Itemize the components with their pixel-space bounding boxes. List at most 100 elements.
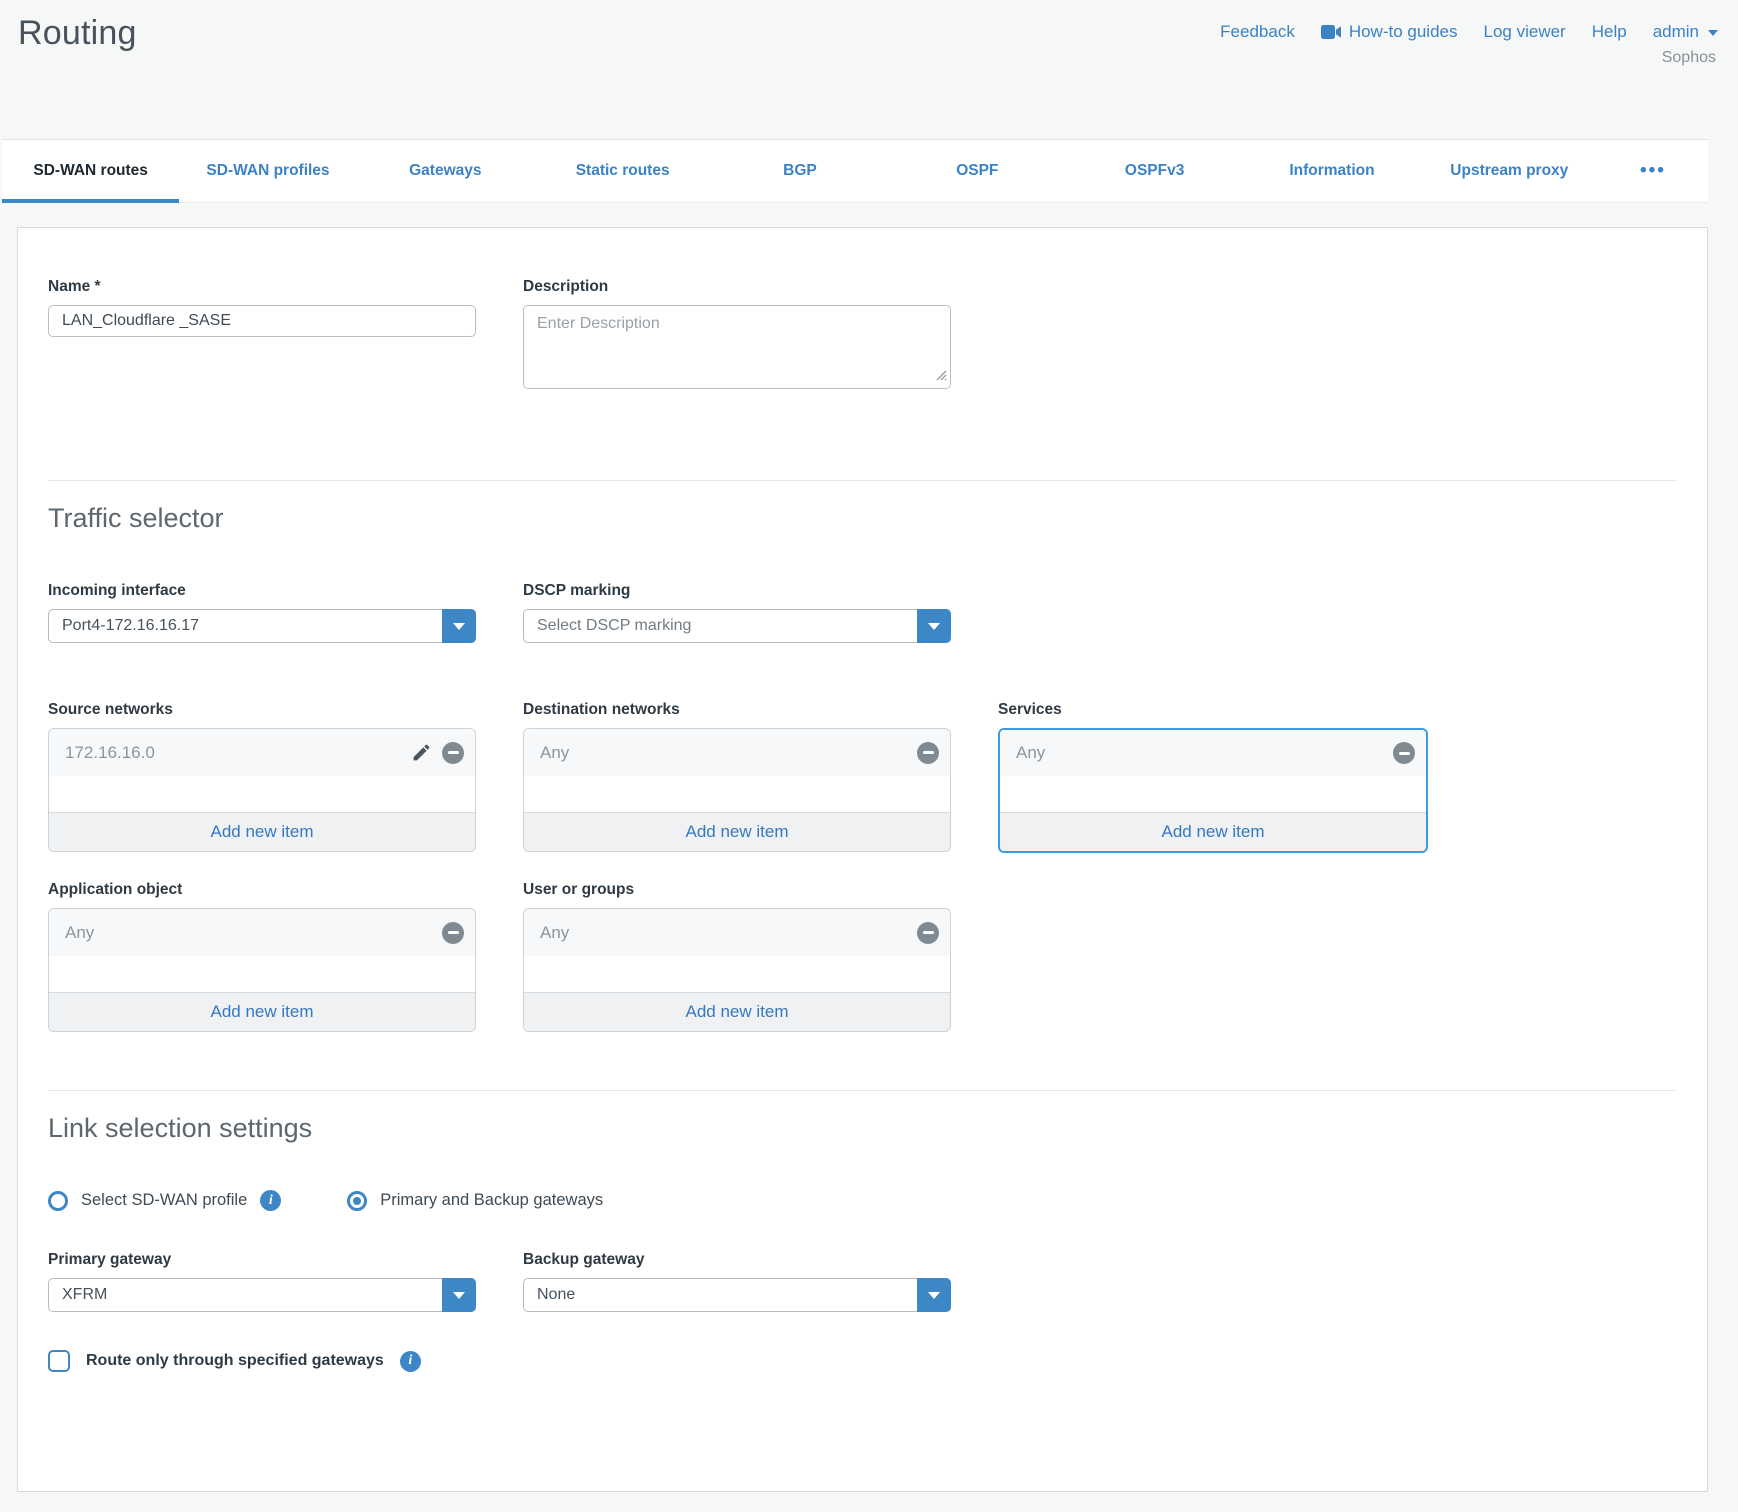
list-item: Any <box>524 909 950 956</box>
list-item: Any <box>49 909 475 956</box>
backup-gateway-select[interactable]: None <box>523 1278 951 1312</box>
list-item: 172.16.16.0 <box>49 729 475 776</box>
user-menu[interactable]: admin <box>1653 22 1718 42</box>
info-icon[interactable]: i <box>400 1351 421 1372</box>
destination-networks-label: Destination networks <box>523 701 951 719</box>
backup-gateway-label: Backup gateway <box>523 1251 951 1269</box>
application-object-box: Any Add new item <box>48 908 476 1032</box>
user-groups-group: User or groups Any Add new item <box>523 881 951 1032</box>
user-groups-box: Any Add new item <box>523 908 951 1032</box>
name-description-row: Name * Description <box>48 278 1677 394</box>
dscp-marking-label: DSCP marking <box>523 582 951 600</box>
list-empty-area <box>49 776 475 812</box>
traffic-selector-heading: Traffic selector <box>48 503 1677 534</box>
remove-icon[interactable] <box>1393 742 1415 764</box>
dscp-marking-select[interactable]: Select DSCP marking <box>523 609 951 643</box>
list-item: Any <box>1000 730 1426 776</box>
tab-information[interactable]: Information <box>1243 140 1420 202</box>
remove-icon[interactable] <box>917 922 939 944</box>
tab-ospfv3[interactable]: OSPFv3 <box>1066 140 1243 202</box>
services-group: Services Any Add new item <box>998 701 1428 853</box>
list-item-text: Any <box>540 743 917 763</box>
source-networks-group: Source networks 172.16.16.0 Add new item <box>48 701 476 853</box>
destination-networks-group: Destination networks Any Add new item <box>523 701 951 853</box>
chevron-down-icon[interactable] <box>442 609 476 643</box>
add-new-item-button[interactable]: Add new item <box>49 812 475 851</box>
chevron-down-icon[interactable] <box>442 1278 476 1312</box>
route-only-label: Route only through specified gateways <box>86 1352 384 1370</box>
services-box: Any Add new item <box>998 728 1428 853</box>
name-field-group: Name * <box>48 278 476 394</box>
add-new-item-button[interactable]: Add new item <box>524 992 950 1031</box>
remove-icon[interactable] <box>442 742 464 764</box>
resize-grip-icon[interactable] <box>934 368 947 386</box>
route-only-checkbox-row: Route only through specified gateways i <box>48 1350 1677 1372</box>
name-label: Name * <box>48 278 476 296</box>
remove-icon[interactable] <box>917 742 939 764</box>
tab-sdwan-profiles[interactable]: SD-WAN profiles <box>179 140 356 202</box>
add-new-item-button[interactable]: Add new item <box>49 992 475 1031</box>
list-empty-area <box>524 776 950 812</box>
source-networks-box: 172.16.16.0 Add new item <box>48 728 476 852</box>
more-tabs-button[interactable]: ••• <box>1598 140 1708 202</box>
tab-static-routes[interactable]: Static routes <box>534 140 711 202</box>
edit-icon[interactable] <box>409 741 433 765</box>
list-item-text: 172.16.16.0 <box>65 743 409 763</box>
tab-upstream-proxy[interactable]: Upstream proxy <box>1421 140 1598 202</box>
source-networks-label: Source networks <box>48 701 476 719</box>
tab-gateways[interactable]: Gateways <box>357 140 534 202</box>
tab-bgp[interactable]: BGP <box>711 140 888 202</box>
header-nav: Feedback How-to guides Log viewer Help a… <box>1220 12 1718 42</box>
list-item-text: Any <box>540 923 917 943</box>
section-divider <box>48 1090 1677 1091</box>
add-new-item-button[interactable]: Add new item <box>524 812 950 851</box>
video-camera-icon <box>1321 25 1342 39</box>
incoming-interface-label: Incoming interface <box>48 582 476 600</box>
page-header: Routing Feedback How-to guides Log viewe… <box>0 0 1738 139</box>
header-right: Feedback How-to guides Log viewer Help a… <box>1220 12 1718 67</box>
application-object-group: Application object Any Add new item <box>48 881 476 1032</box>
feedback-link[interactable]: Feedback <box>1220 22 1295 42</box>
add-new-item-button[interactable]: Add new item <box>1000 812 1426 851</box>
application-users-row: Application object Any Add new item User… <box>48 881 1677 1032</box>
help-link[interactable]: Help <box>1592 22 1627 42</box>
info-icon[interactable]: i <box>260 1190 281 1211</box>
page-title: Routing <box>18 12 137 53</box>
primary-gateway-label: Primary gateway <box>48 1251 476 1269</box>
interface-dscp-row: Incoming interface Port4-172.16.16.17 DS… <box>48 582 1677 643</box>
radio-icon[interactable] <box>48 1191 68 1211</box>
route-only-checkbox[interactable] <box>48 1350 70 1372</box>
radio-primary-backup-gateways[interactable]: Primary and Backup gateways <box>347 1191 603 1211</box>
description-field-group: Description <box>523 278 951 394</box>
brand-label: Sophos <box>1662 49 1718 67</box>
name-input[interactable] <box>48 305 476 337</box>
networks-services-row: Source networks 172.16.16.0 Add new item… <box>48 701 1677 853</box>
chevron-down-icon[interactable] <box>917 1278 951 1312</box>
link-selection-radios: Select SD-WAN profile i Primary and Back… <box>48 1190 1677 1211</box>
sdwan-route-form: Name * Description Traffi <box>17 227 1708 1492</box>
user-groups-label: User or groups <box>523 881 951 899</box>
radio-select-sdwan-profile[interactable]: Select SD-WAN profile i <box>48 1190 281 1211</box>
radio-icon-selected[interactable] <box>347 1191 367 1211</box>
application-object-label: Application object <box>48 881 476 899</box>
list-empty-area <box>1000 776 1426 812</box>
tab-bar: SD-WAN routes SD-WAN profiles Gateways S… <box>2 139 1708 203</box>
list-empty-area <box>524 956 950 992</box>
incoming-interface-select[interactable]: Port4-172.16.16.17 <box>48 609 476 643</box>
list-empty-area <box>49 956 475 992</box>
services-label: Services <box>998 701 1428 719</box>
howto-guides-link[interactable]: How-to guides <box>1321 22 1458 42</box>
destination-networks-box: Any Add new item <box>523 728 951 852</box>
gateway-row: Primary gateway XFRM Backup gateway None <box>48 1251 1677 1312</box>
tab-sdwan-routes[interactable]: SD-WAN routes <box>2 140 179 202</box>
link-selection-heading: Link selection settings <box>48 1113 1677 1144</box>
description-textarea[interactable] <box>523 305 951 389</box>
list-item-text: Any <box>65 923 442 943</box>
primary-gateway-select[interactable]: XFRM <box>48 1278 476 1312</box>
chevron-down-icon <box>1708 30 1718 36</box>
tab-ospf[interactable]: OSPF <box>889 140 1066 202</box>
log-viewer-link[interactable]: Log viewer <box>1484 22 1566 42</box>
description-label: Description <box>523 278 951 296</box>
remove-icon[interactable] <box>442 922 464 944</box>
chevron-down-icon[interactable] <box>917 609 951 643</box>
